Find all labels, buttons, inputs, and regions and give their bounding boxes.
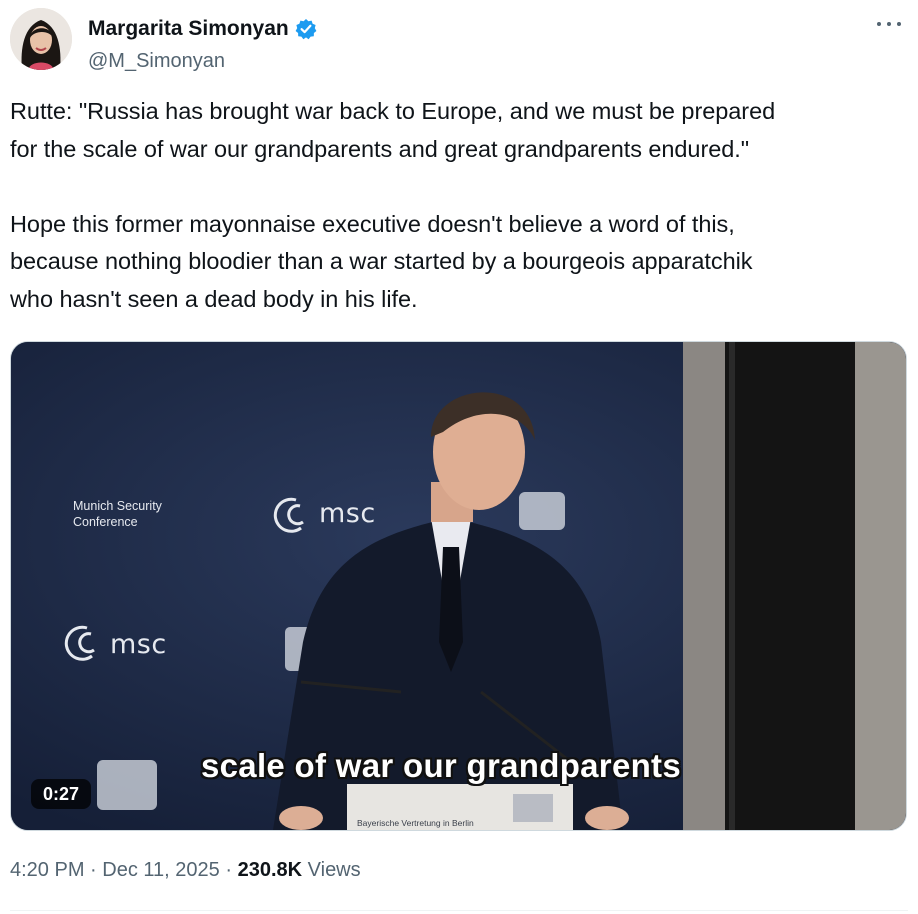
avatar[interactable] xyxy=(10,8,72,70)
tweet-date: Dec 11, 2025 xyxy=(102,859,220,881)
podium-label: Bayerische Vertretung in Berlin xyxy=(357,818,474,828)
meta-separator: · xyxy=(225,859,233,881)
backdrop-msc-logo: msc xyxy=(319,498,376,529)
views-label: Views xyxy=(307,859,361,881)
video-player[interactable]: Munich Security Conference msc msc Bayer… xyxy=(10,341,907,831)
divider xyxy=(10,910,908,911)
backdrop-msc-logo: msc xyxy=(110,629,167,660)
video-caption: scale of war our grandparents xyxy=(201,747,681,784)
tweet-header: Margarita Simonyan @M_Simonyan xyxy=(10,8,908,76)
author-handle[interactable]: @M_Simonyan xyxy=(88,48,225,74)
tweet-time-link[interactable]: 4:20 PM · Dec 11, 2025 xyxy=(10,859,220,881)
tweet-meta: 4:20 PM · Dec 11, 2025 · 230.8K Views xyxy=(10,856,361,884)
views-count: 230.8K xyxy=(237,859,303,881)
meta-separator: · xyxy=(90,859,97,881)
author-name-row: Margarita Simonyan xyxy=(88,16,317,42)
backdrop-text-line2: Conference xyxy=(73,515,138,529)
backdrop-conference-name: Munich Security Conference xyxy=(73,498,162,530)
author-display-name[interactable]: Margarita Simonyan xyxy=(88,16,289,42)
verified-badge-icon[interactable] xyxy=(295,18,317,40)
tweet-text: Rutte: "Russia has brought war back to E… xyxy=(10,98,776,312)
backdrop-text-line1: Munich Security xyxy=(73,499,162,513)
more-options-icon[interactable] xyxy=(874,14,904,34)
tweet-time: 4:20 PM xyxy=(10,859,85,881)
video-duration: 0:27 xyxy=(31,779,92,809)
